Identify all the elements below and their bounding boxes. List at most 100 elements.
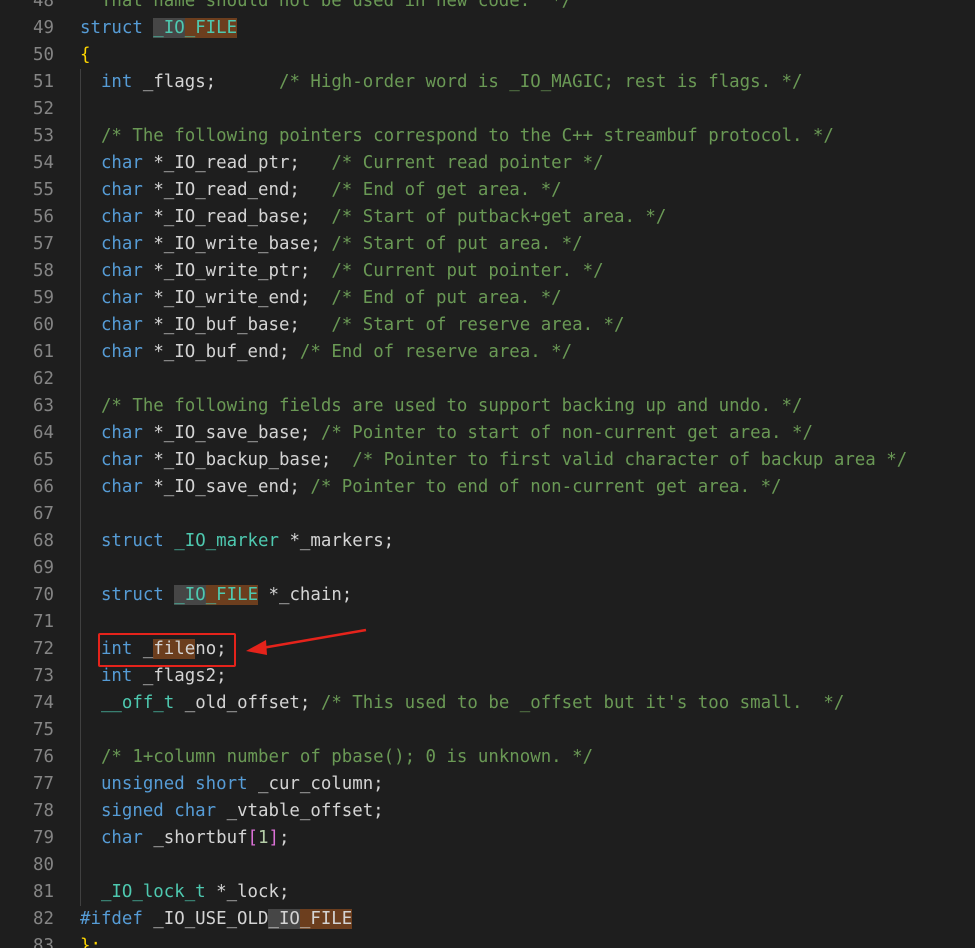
code-line[interactable]: char *_IO_save_base; /* Pointer to start… — [80, 420, 975, 447]
code-line[interactable]: }; — [80, 933, 975, 948]
code-line[interactable] — [80, 555, 975, 582]
code-line[interactable]: char *_IO_read_ptr; /* Current read poin… — [80, 150, 975, 177]
code-token: char — [100, 261, 143, 281]
code-token: _IO — [268, 909, 300, 929]
highlight-annotation-box — [98, 633, 236, 667]
code-token: *_IO_read_end; — [142, 180, 332, 200]
line-number: 70 — [33, 585, 54, 605]
code-token: *_IO_read_base; — [142, 207, 332, 227]
code-line[interactable] — [80, 366, 975, 393]
code-token: char — [100, 288, 143, 308]
code-token: signed char — [100, 801, 217, 821]
code-token: /* This used to be _offset but it's too … — [320, 693, 845, 713]
code-line[interactable]: _IO_lock_t *_lock; — [80, 879, 975, 906]
code-token: ] — [268, 828, 279, 848]
code-content[interactable]: That name should not be used in new code… — [80, 0, 975, 948]
line-number: 67 — [33, 504, 54, 524]
code-line[interactable] — [80, 96, 975, 123]
code-token: _flags; — [132, 72, 279, 92]
code-line[interactable] — [80, 501, 975, 528]
line-number: 76 — [33, 747, 54, 767]
line-number: 52 — [33, 99, 54, 119]
code-token: int — [100, 72, 133, 92]
code-line[interactable] — [80, 609, 975, 636]
code-line[interactable]: char *_IO_write_base; /* Start of put ar… — [80, 231, 975, 258]
code-token: struct — [100, 585, 164, 605]
code-line[interactable] — [80, 717, 975, 744]
line-number: 49 — [33, 18, 54, 38]
code-line[interactable]: char *_IO_buf_base; /* Start of reserve … — [80, 312, 975, 339]
code-line[interactable]: /* 1+column number of pbase(); 0 is unkn… — [80, 744, 975, 771]
line-number: 53 — [33, 126, 54, 146]
code-line[interactable]: signed char _vtable_offset; — [80, 798, 975, 825]
code-line[interactable]: struct _IO_FILE — [80, 15, 975, 42]
code-token: _FILE — [184, 18, 238, 38]
code-token: _shortbuf — [142, 828, 248, 848]
code-token: unsigned short — [100, 774, 248, 794]
code-token: _FILE — [205, 585, 259, 605]
code-token: }; — [80, 936, 101, 948]
code-token: [ — [247, 828, 259, 848]
code-token: *_IO_buf_base; — [142, 315, 332, 335]
code-token: { — [80, 45, 91, 65]
code-line[interactable]: char *_IO_save_end; /* Pointer to end of… — [80, 474, 975, 501]
code-line[interactable]: int _flags; /* High-order word is _IO_MA… — [80, 69, 975, 96]
code-line[interactable]: /* The following pointers correspond to … — [80, 123, 975, 150]
code-token: _flags2; — [132, 666, 227, 686]
code-token: #ifdef — [80, 909, 143, 929]
code-token: char — [100, 315, 143, 335]
code-token: char — [100, 234, 143, 254]
code-token: /* Current put pointer. */ — [331, 261, 604, 281]
code-line[interactable]: unsigned short _cur_column; — [80, 771, 975, 798]
code-line[interactable]: __off_t _old_offset; /* This used to be … — [80, 690, 975, 717]
line-number: 48 — [33, 0, 54, 11]
code-line[interactable]: char _shortbuf[1]; — [80, 825, 975, 852]
line-number: 66 — [33, 477, 54, 497]
code-line[interactable]: #ifdef _IO_USE_OLD_IO_FILE — [80, 906, 975, 933]
code-editor[interactable]: 48 49 50 51 52 53 54 55 56 57 58 59 60 61 62 63 64 65 66 67… — [0, 0, 975, 948]
code-token: *_IO_write_base; — [142, 234, 332, 254]
code-line[interactable]: int _flags2; — [80, 663, 975, 690]
code-line[interactable]: char *_IO_backup_base; /* Pointer to fir… — [80, 447, 975, 474]
code-token: _FILE — [299, 909, 353, 929]
code-token: /* Current read pointer */ — [331, 153, 604, 173]
line-number: 51 — [33, 72, 54, 92]
code-token: /* Start of put area. */ — [331, 234, 583, 254]
code-line[interactable] — [80, 852, 975, 879]
code-token: /* Pointer to end of non-current get are… — [310, 477, 782, 497]
line-number: 61 — [33, 342, 54, 362]
code-token: That name should not be used in new code… — [80, 0, 573, 11]
code-line[interactable]: char *_IO_read_base; /* Start of putback… — [80, 204, 975, 231]
code-token: *_chain; — [258, 585, 353, 605]
code-token: /* Start of putback+get area. */ — [331, 207, 667, 227]
code-line[interactable]: That name should not be used in new code… — [80, 0, 975, 15]
code-line[interactable]: struct _IO_marker *_markers; — [80, 528, 975, 555]
code-token: _cur_column; — [247, 774, 384, 794]
code-token: /* End of get area. */ — [331, 180, 562, 200]
code-line[interactable]: char *_IO_write_end; /* End of put area.… — [80, 285, 975, 312]
code-line[interactable]: char *_IO_read_end; /* End of get area. … — [80, 177, 975, 204]
line-number: 78 — [33, 801, 54, 821]
code-line[interactable]: { — [80, 42, 975, 69]
code-token: char — [100, 153, 143, 173]
code-token: *_IO_buf_end; — [142, 342, 300, 362]
line-number: 79 — [33, 828, 54, 848]
code-line[interactable]: /* The following fields are used to supp… — [80, 393, 975, 420]
code-token: /* Pointer to start of non-current get a… — [320, 423, 813, 443]
code-token: char — [100, 477, 143, 497]
code-line[interactable]: char *_IO_write_ptr; /* Current put poin… — [80, 258, 975, 285]
code-line[interactable]: struct _IO_FILE *_chain; — [80, 582, 975, 609]
code-line[interactable]: char *_IO_buf_end; /* End of reserve are… — [80, 339, 975, 366]
annotation-arrow-icon — [246, 628, 367, 655]
